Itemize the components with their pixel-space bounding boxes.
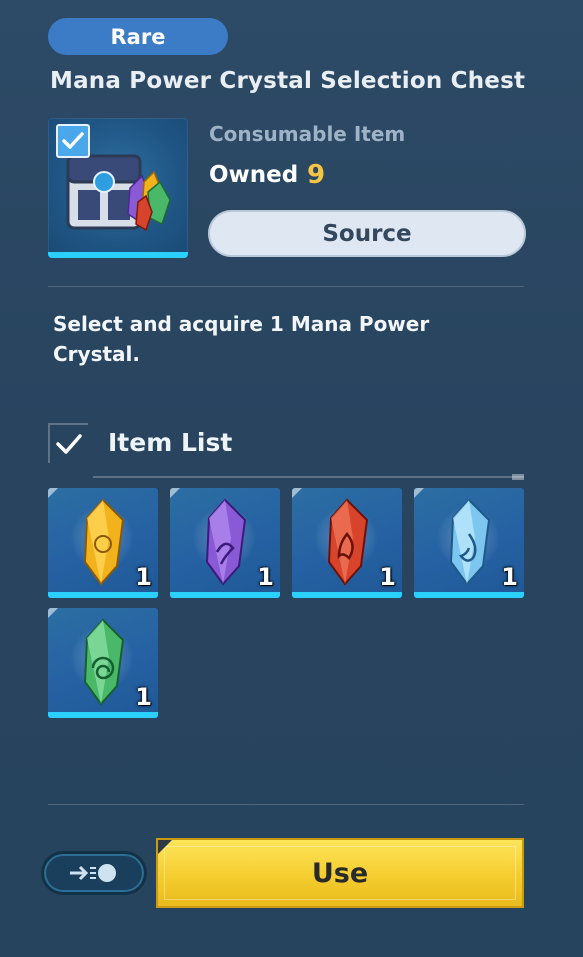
item-list-rule: [93, 476, 524, 478]
divider: [48, 286, 524, 287]
source-button[interactable]: Source: [208, 210, 526, 257]
slot-accent-bar: [48, 592, 158, 598]
slot-corner: [48, 608, 58, 618]
slot-corner: [292, 488, 302, 498]
divider: [48, 804, 524, 805]
check-icon: [62, 132, 84, 149]
item-slot-blue-crystal[interactable]: 1: [414, 488, 524, 598]
slot-accent-bar: [292, 592, 402, 598]
skip-toggle-button[interactable]: [41, 851, 147, 895]
yellow-crystal-icon: [83, 498, 125, 586]
item-slot-purple-crystal[interactable]: 1: [170, 488, 280, 598]
use-button-corner: [158, 840, 172, 854]
item-title: Mana Power Crystal Selection Chest: [50, 68, 526, 94]
item-quantity: 1: [501, 563, 518, 591]
item-quantity: 1: [379, 563, 396, 591]
owned-label: Owned: [209, 162, 299, 188]
item-slot-red-crystal[interactable]: 1: [292, 488, 402, 598]
green-crystal-icon: [83, 618, 125, 706]
purple-crystal-icon: [205, 498, 247, 586]
item-quantity: 1: [257, 563, 274, 591]
blue-crystal-icon: [449, 498, 491, 586]
item-quantity: 1: [135, 683, 152, 711]
use-button[interactable]: Use: [156, 838, 524, 908]
item-slot-yellow-crystal[interactable]: 1: [48, 488, 158, 598]
item-list-title: Item List: [108, 428, 233, 457]
slot-accent-bar: [170, 592, 280, 598]
item-quantity: 1: [135, 563, 152, 591]
item-description: Select and acquire 1 Mana Power Crystal.: [53, 312, 430, 366]
check-icon: [56, 434, 82, 454]
item-type: Consumable Item: [209, 122, 406, 146]
selected-checkbox[interactable]: [56, 124, 90, 158]
rarity-badge: Rare: [48, 18, 228, 55]
slot-accent-bar: [48, 712, 158, 718]
rule-cap: [512, 474, 524, 480]
red-crystal-icon: [327, 498, 369, 586]
slot-corner: [170, 488, 180, 498]
slot-accent-bar: [414, 592, 524, 598]
slot-corner: [414, 488, 424, 498]
owned-count: 9: [307, 160, 326, 190]
skip-arrow-icon: [70, 864, 116, 882]
frame-accent-bar: [48, 252, 188, 258]
item-list-checkbox[interactable]: [48, 423, 88, 463]
use-button-label: Use: [311, 857, 369, 889]
slot-corner: [48, 488, 58, 498]
item-slot-green-crystal[interactable]: 1: [48, 608, 158, 718]
